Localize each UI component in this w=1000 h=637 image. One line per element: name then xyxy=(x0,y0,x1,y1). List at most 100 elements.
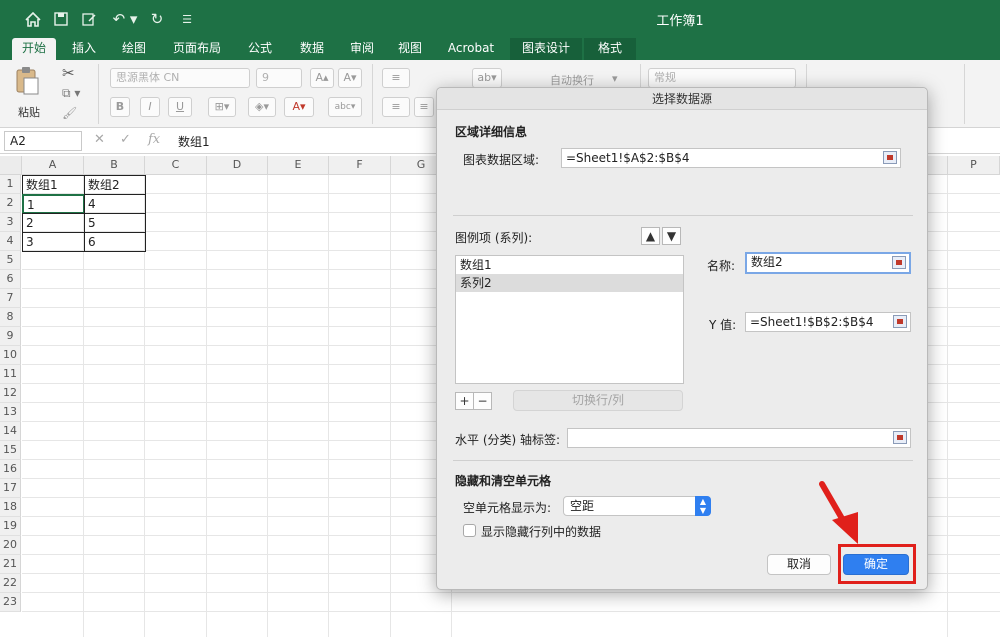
row-header[interactable]: 6 xyxy=(0,270,21,289)
paste-icon[interactable] xyxy=(14,66,40,98)
series-item[interactable]: 数组1 xyxy=(456,256,683,274)
row-header[interactable]: 12 xyxy=(0,384,21,403)
row-header[interactable]: 2 xyxy=(0,194,21,213)
tab-draw[interactable]: 绘图 xyxy=(112,38,156,60)
cancel-button[interactable]: 取消 xyxy=(767,554,831,575)
tab-review[interactable]: 审阅 xyxy=(340,38,384,60)
orientation-button[interactable]: ab▾ xyxy=(472,68,502,88)
fill-color-button[interactable]: ◈▾ xyxy=(248,97,276,117)
phonetic-button[interactable]: abc▾ xyxy=(328,97,362,117)
row-header[interactable]: 23 xyxy=(0,593,21,612)
row-header[interactable]: 8 xyxy=(0,308,21,327)
copy-icon[interactable]: ⧉ ▾ xyxy=(62,86,80,101)
italic-button[interactable]: I xyxy=(140,97,160,117)
tab-view[interactable]: 视图 xyxy=(388,38,432,60)
undo-icon[interactable]: ↶ ▾ xyxy=(110,9,140,29)
cell-a3[interactable]: 2 xyxy=(22,213,85,233)
tab-data[interactable]: 数据 xyxy=(290,38,334,60)
redo-icon[interactable]: ↻ xyxy=(146,9,168,29)
move-down-icon[interactable]: ▼ xyxy=(662,227,681,245)
home-icon[interactable] xyxy=(22,9,44,29)
row-header[interactable]: 15 xyxy=(0,441,21,460)
series-list[interactable]: 数组1 系列2 xyxy=(455,255,684,384)
row-header[interactable]: 17 xyxy=(0,479,21,498)
column-header-p[interactable]: P xyxy=(948,156,1000,175)
tab-insert[interactable]: 插入 xyxy=(62,38,106,60)
tab-home[interactable]: 开始 xyxy=(12,38,56,60)
row-header[interactable]: 13 xyxy=(0,403,21,422)
row-header[interactable]: 14 xyxy=(0,422,21,441)
align-center-button[interactable]: ≡ xyxy=(414,97,434,117)
series-name-field[interactable]: 数组2 xyxy=(745,252,911,274)
cell-a2[interactable]: 1 xyxy=(22,194,85,214)
row-header[interactable]: 1 xyxy=(0,175,21,194)
number-format-select[interactable]: 常规 xyxy=(648,68,796,88)
cut-icon[interactable]: ✂ xyxy=(62,64,75,82)
confirm-formula-icon[interactable]: ✓ xyxy=(120,132,131,147)
row-header[interactable]: 18 xyxy=(0,498,21,517)
edit-document-icon[interactable] xyxy=(78,9,100,29)
tab-chart-design[interactable]: 图表设计 xyxy=(510,38,582,60)
move-up-icon[interactable]: ▲ xyxy=(641,227,660,245)
select-stepper-icon[interactable]: ▲ ▼ xyxy=(695,496,711,516)
row-header[interactable]: 7 xyxy=(0,289,21,308)
row-header[interactable]: 16 xyxy=(0,460,21,479)
show-hidden-label[interactable]: 显示隐藏行列中的数据 xyxy=(481,523,601,540)
remove-series-button[interactable]: − xyxy=(473,392,492,410)
cancel-formula-icon[interactable]: ✕ xyxy=(94,132,105,147)
customize-toolbar-icon[interactable]: ☰ xyxy=(176,9,198,29)
add-series-button[interactable]: + xyxy=(455,392,474,410)
borders-button[interactable]: ⊞▾ xyxy=(208,97,236,117)
column-header-e[interactable]: E xyxy=(268,156,329,175)
name-box[interactable]: A2 xyxy=(4,131,82,151)
row-header[interactable]: 19 xyxy=(0,517,21,536)
formula-input[interactable]: 数组1 xyxy=(178,133,210,150)
font-size-select[interactable]: 9 xyxy=(256,68,302,88)
underline-button[interactable]: U xyxy=(168,97,192,117)
function-icon[interactable]: fx xyxy=(148,132,160,147)
save-icon[interactable] xyxy=(50,9,72,29)
row-header[interactable]: 20 xyxy=(0,536,21,555)
category-axis-field[interactable] xyxy=(567,428,911,448)
y-values-field[interactable]: =Sheet1!$B$2:$B$4 xyxy=(745,312,911,332)
range-picker-icon[interactable] xyxy=(883,151,897,164)
row-header[interactable]: 11 xyxy=(0,365,21,384)
row-header[interactable]: 21 xyxy=(0,555,21,574)
row-header[interactable]: 9 xyxy=(0,327,21,346)
switch-row-column-button[interactable]: 切换行/列 xyxy=(513,390,683,411)
cell-a4[interactable]: 3 xyxy=(22,232,85,252)
tab-formulas[interactable]: 公式 xyxy=(238,38,282,60)
row-header[interactable]: 10 xyxy=(0,346,21,365)
row-header[interactable]: 5 xyxy=(0,251,21,270)
chart-range-field[interactable]: =Sheet1!$A$2:$B$4 xyxy=(561,148,901,168)
align-top-button[interactable]: ≡ xyxy=(382,68,410,88)
format-painter-icon[interactable]: 🖌 xyxy=(62,106,77,120)
range-picker-icon[interactable] xyxy=(893,315,907,328)
cell-b4[interactable]: 6 xyxy=(84,232,146,252)
bold-button[interactable]: B xyxy=(110,97,130,117)
tab-acrobat[interactable]: Acrobat xyxy=(440,38,502,60)
range-picker-icon[interactable] xyxy=(893,431,907,444)
row-header[interactable]: 4 xyxy=(0,232,21,251)
cell-b1[interactable]: 数组2 xyxy=(84,175,146,195)
wrap-text-dropdown-icon[interactable]: ▾ xyxy=(612,72,618,85)
empty-cells-select[interactable]: 空距 ▲ ▼ xyxy=(563,496,711,516)
tab-page-layout[interactable]: 页面布局 xyxy=(164,38,230,60)
cell-a1[interactable]: 数组1 xyxy=(22,175,85,195)
row-header[interactable]: 3 xyxy=(0,213,21,232)
tab-format[interactable]: 格式 xyxy=(584,38,636,60)
range-picker-icon[interactable] xyxy=(892,256,906,269)
series-item-selected[interactable]: 系列2 xyxy=(456,274,683,292)
cell-b3[interactable]: 5 xyxy=(84,213,146,233)
column-header-b[interactable]: B xyxy=(84,156,145,175)
font-color-button[interactable]: A▾ xyxy=(284,97,314,117)
decrease-font-button[interactable]: A▾ xyxy=(338,68,362,88)
increase-font-button[interactable]: A▴ xyxy=(310,68,334,88)
row-header[interactable]: 22 xyxy=(0,574,21,593)
column-header-c[interactable]: C xyxy=(145,156,207,175)
wrap-text-label[interactable]: 自动换行 xyxy=(550,72,594,88)
font-name-select[interactable]: 思源黑体 CN xyxy=(110,68,250,88)
column-header-f[interactable]: F xyxy=(329,156,391,175)
select-all-corner[interactable] xyxy=(0,156,22,175)
column-header-a[interactable]: A xyxy=(22,156,84,175)
